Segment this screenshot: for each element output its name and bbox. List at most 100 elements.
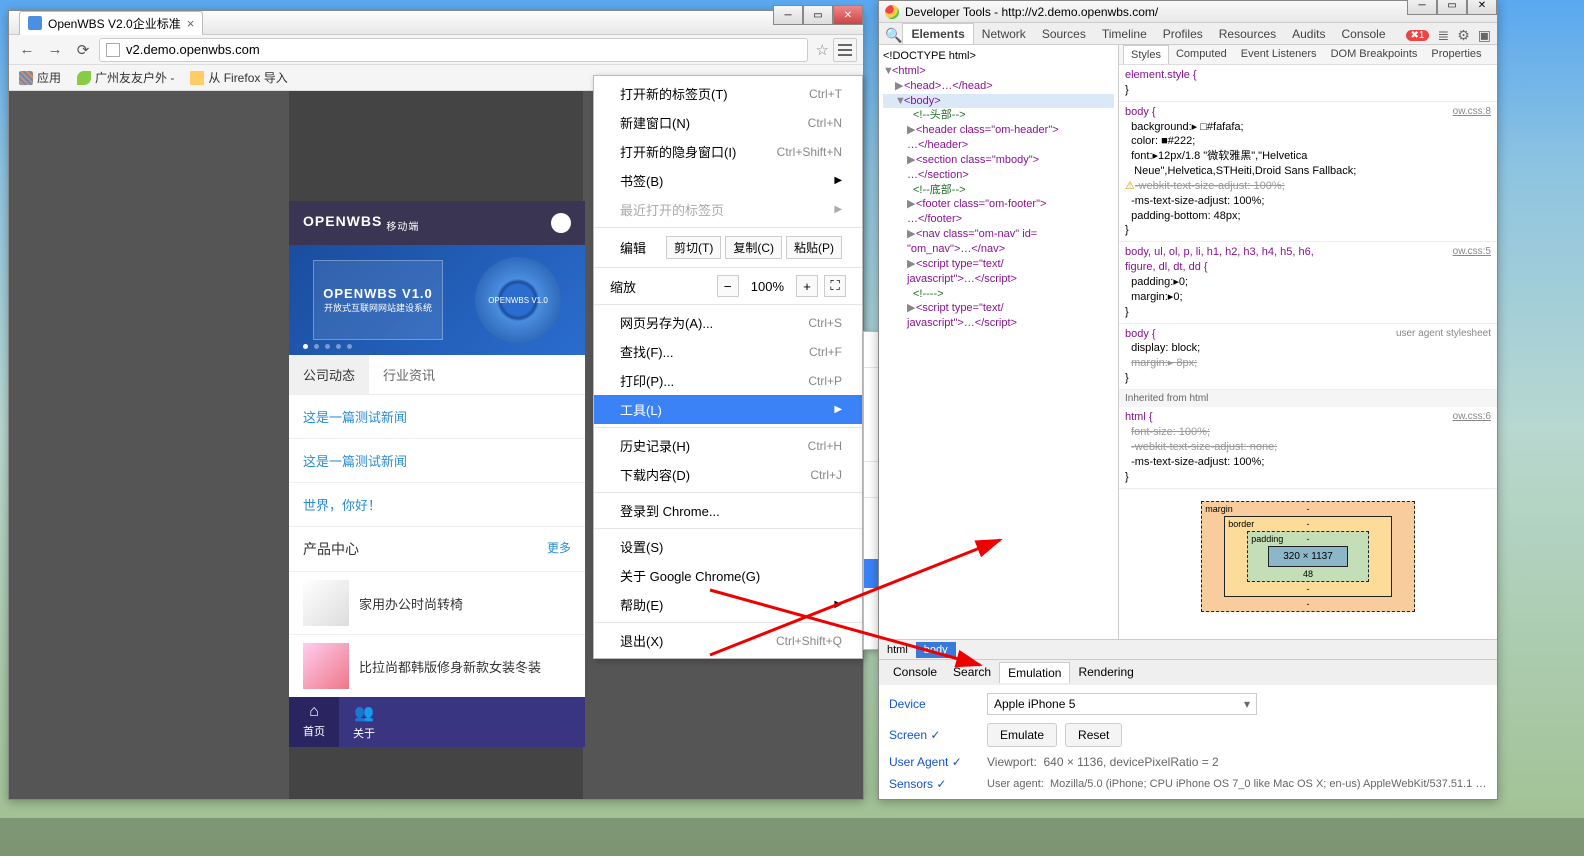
bookmark-folder[interactable]: 从 Firefox 导入 [190,69,287,86]
menu-find[interactable]: 查找(F)...Ctrl+F [594,337,862,366]
tab-timeline[interactable]: Timeline [1094,24,1155,44]
maximize-button[interactable]: ▭ [803,5,833,25]
menu-save-as[interactable]: 网页另存为(A)...Ctrl+S [594,308,862,337]
site-logo: OPENWBS移动端 [303,213,419,233]
reset-button[interactable]: Reset [1065,723,1122,747]
drawer-toggle-icon[interactable]: ≣ [1437,27,1449,44]
menu-downloads[interactable]: 下载内容(D)Ctrl+J [594,460,862,489]
menu-about[interactable]: 关于 Google Chrome(G) [594,561,862,590]
paste-button[interactable]: 粘贴(P) [786,236,842,259]
tab-dom-breakpoints[interactable]: DOM Breakpoints [1324,45,1425,64]
menu-print[interactable]: 打印(P)...Ctrl+P [594,366,862,395]
tab-event-listeners[interactable]: Event Listeners [1234,45,1324,64]
chrome-menu-button[interactable] [833,38,857,62]
tab-console[interactable]: Console [1333,24,1393,44]
menu-bookmarks[interactable]: 书签(B)▶ [594,166,862,195]
back-button[interactable]: ← [15,38,39,62]
breadcrumb-html[interactable]: html [879,642,916,658]
emulate-button[interactable]: Emulate [987,723,1057,747]
menu-new-window[interactable]: 新建窗口(N)Ctrl+N [594,108,862,137]
apps-button[interactable]: 应用 [19,69,61,86]
emu-screen-label[interactable]: Screen ✓ [889,728,979,742]
menu-exit[interactable]: 退出(X)Ctrl+Shift+Q [594,626,862,655]
bookmark-star-icon[interactable]: ☆ [816,41,829,59]
tab-title: OpenWBS V2.0企业标准 [48,15,181,32]
device-select[interactable]: Apple iPhone 5 [987,693,1257,715]
menu-incognito[interactable]: 打开新的隐身窗口(I)Ctrl+Shift+N [594,137,862,166]
close-button[interactable]: ✕ [1467,0,1497,15]
emu-device-label[interactable]: Device [889,697,979,711]
forward-button[interactable]: → [43,38,67,62]
tab-elements[interactable]: Elements [902,23,973,44]
settings-icon[interactable]: ⚙ [1457,27,1470,44]
dom-tree[interactable]: <!DOCTYPE html> ▼<html> ▶<head>…</head> … [879,45,1119,639]
menu-signin[interactable]: 登录到 Chrome... [594,496,862,525]
cut-button[interactable]: 剪切(T) [666,236,721,259]
breadcrumb: html body [879,639,1497,659]
list-item[interactable]: 这是一篇测试新闻 [289,439,585,483]
menu-help[interactable]: 帮助(E)▶ [594,590,862,619]
carousel-dots[interactable] [303,344,352,349]
browser-tab[interactable]: OpenWBS V2.0企业标准 × [19,11,203,35]
more-link[interactable]: 更多 [547,539,571,559]
product-item[interactable]: 比拉尚都韩版修身新款女装冬装 [289,634,585,697]
url-text: v2.demo.openwbs.com [126,42,260,57]
minimize-button[interactable]: ─ [773,5,803,25]
style-rules[interactable]: element.style {} ow.css:8 body { backgro… [1119,65,1497,639]
tab-network[interactable]: Network [974,24,1034,44]
copy-button[interactable]: 复制(C) [725,236,782,259]
tab-styles[interactable]: Styles [1123,45,1169,64]
reload-button[interactable]: ⟳ [71,38,95,62]
devtools-title: Developer Tools - http://v2.demo.openwbs… [905,5,1158,19]
error-badge[interactable]: ✖1 [1406,30,1430,41]
breadcrumb-body[interactable]: body [916,642,956,658]
bookmark-item[interactable]: 广州友友户外 - [77,69,174,86]
user-icon[interactable] [551,213,571,233]
close-window-button[interactable]: ✕ [833,5,863,25]
drawer-tabs: Console Search Emulation Rendering [879,659,1497,685]
taskbar[interactable] [0,818,1584,856]
emu-sensors-label[interactable]: Sensors ✓ [889,777,979,791]
tab-industry-news[interactable]: 行业资讯 [369,355,449,394]
menu-tools[interactable]: 工具(L)▶ [594,395,862,424]
dock-icon[interactable]: ▣ [1478,27,1491,44]
box-content: 320 × 1137 [1268,546,1348,568]
tab-resources[interactable]: Resources [1211,24,1284,44]
devtools-titlebar: Developer Tools - http://v2.demo.openwbs… [879,1,1497,23]
drawer-console[interactable]: Console [885,662,945,683]
nav-home[interactable]: ⌂首页 [289,697,339,747]
inspect-icon[interactable]: 🔍 [885,27,902,44]
zoom-out-button[interactable]: − [717,275,739,297]
tab-company-news[interactable]: 公司动态 [289,355,369,394]
drawer-emulation[interactable]: Emulation [999,662,1070,683]
banner[interactable]: OPENWBS V1.0 开放式互联网网站建设系统 OPENWBS V1.0 [289,245,585,355]
tab-computed[interactable]: Computed [1169,45,1234,64]
drawer-search[interactable]: Search [945,662,999,683]
emu-ua-label[interactable]: User Agent ✓ [889,755,979,769]
nav-about[interactable]: 👥关于 [339,697,389,747]
menu-settings[interactable]: 设置(S) [594,532,862,561]
url-bar[interactable]: v2.demo.openwbs.com [99,38,808,62]
chrome-main-menu: 打开新的标签页(T)Ctrl+T 新建窗口(N)Ctrl+N 打开新的隐身窗口(… [593,75,863,659]
maximize-button[interactable]: ▭ [1437,0,1467,15]
news-list: 这是一篇测试新闻 这是一篇测试新闻 世界，你好！ [289,395,585,527]
product-item[interactable]: 家用办公时尚转椅 [289,571,585,634]
tab-profiles[interactable]: Profiles [1155,24,1211,44]
minimize-button[interactable]: ─ [1407,0,1437,15]
close-tab-icon[interactable]: × [187,16,195,31]
tab-properties[interactable]: Properties [1424,45,1488,64]
devtools-window: Developer Tools - http://v2.demo.openwbs… [878,0,1498,800]
tab-sources[interactable]: Sources [1034,24,1094,44]
banner-card: OPENWBS V1.0 开放式互联网网站建设系统 [313,260,443,340]
list-item[interactable]: 这是一篇测试新闻 [289,395,585,439]
fullscreen-button[interactable]: ⛶ [824,275,846,297]
tab-audits[interactable]: Audits [1284,24,1333,44]
folder-icon [190,71,204,85]
drawer-rendering[interactable]: Rendering [1070,662,1141,683]
zoom-in-button[interactable]: + [796,275,818,297]
page-icon [106,43,120,57]
favicon-icon [28,16,42,30]
menu-new-tab[interactable]: 打开新的标签页(T)Ctrl+T [594,79,862,108]
list-item[interactable]: 世界，你好！ [289,483,585,527]
menu-history[interactable]: 历史记录(H)Ctrl+H [594,431,862,460]
